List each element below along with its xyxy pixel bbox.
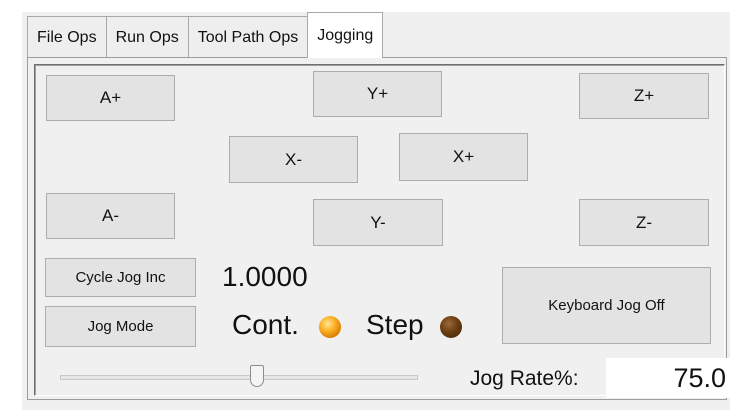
tab-file-ops[interactable]: File Ops [27, 16, 107, 58]
x-minus-button[interactable]: X- [229, 136, 358, 183]
tab-tool-path-ops[interactable]: Tool Path Ops [187, 16, 309, 58]
jog-rate-slider-track[interactable] [60, 375, 418, 380]
y-plus-button[interactable]: Y+ [313, 71, 442, 117]
jog-mode-button[interactable]: Jog Mode [45, 306, 196, 347]
tab-run-ops[interactable]: Run Ops [105, 16, 189, 58]
jog-increment-value: 1.0000 [222, 261, 308, 292]
tab-jogging[interactable]: Jogging [307, 12, 384, 58]
y-minus-button[interactable]: Y- [313, 199, 443, 246]
mode-cont-label: Cont. [232, 309, 299, 340]
cont-indicator-icon [319, 316, 341, 338]
a-minus-button[interactable]: A- [46, 193, 175, 239]
z-minus-button[interactable]: Z- [579, 199, 709, 246]
cycle-jog-inc-button[interactable]: Cycle Jog Inc [45, 258, 196, 297]
jog-rate-slider-thumb[interactable] [249, 365, 264, 387]
step-indicator-icon [440, 316, 462, 338]
a-plus-button[interactable]: A+ [46, 75, 175, 121]
tab-bar: File Ops Run Ops Tool Path Ops Jogging [27, 12, 384, 58]
mode-step-label: Step [366, 309, 424, 340]
keyboard-jog-button[interactable]: Keyboard Jog Off [502, 267, 711, 344]
x-plus-button[interactable]: X+ [399, 133, 528, 181]
z-plus-button[interactable]: Z+ [579, 73, 709, 119]
jog-rate-label: Jog Rate%: [470, 367, 579, 390]
jog-rate-field[interactable]: 75.0 [606, 358, 730, 398]
